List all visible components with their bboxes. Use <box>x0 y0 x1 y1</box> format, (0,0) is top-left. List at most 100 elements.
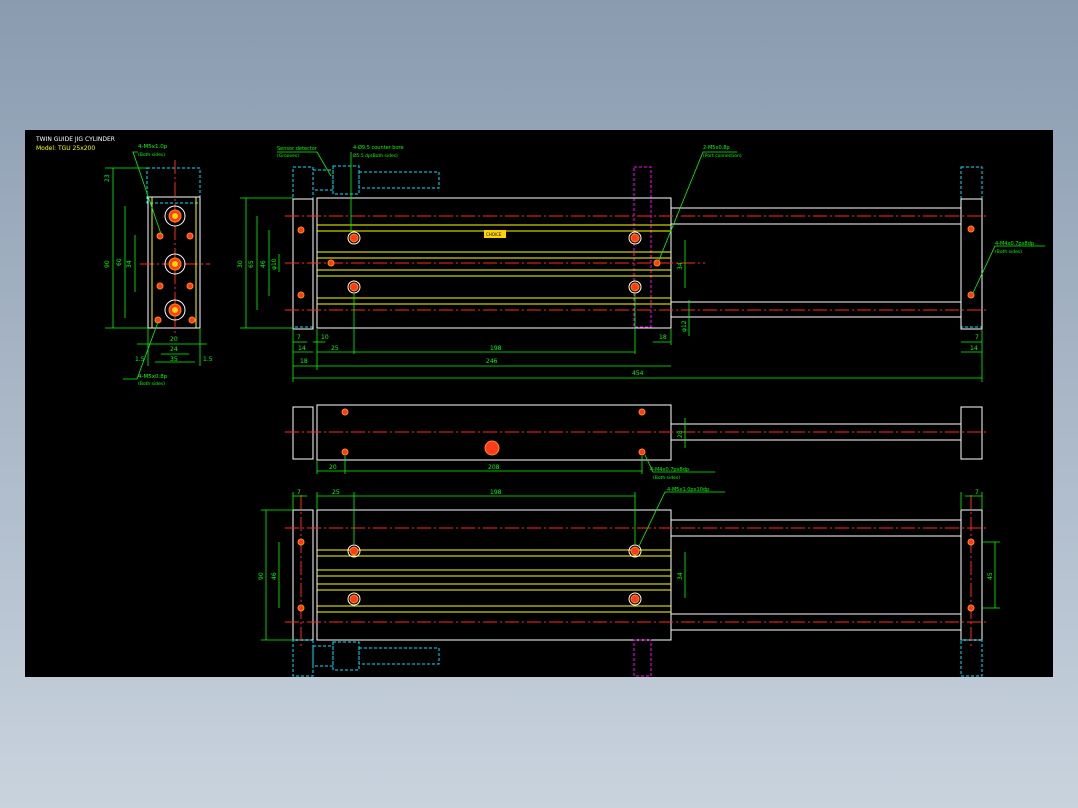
top-view: CHOICE 30 65 46 φ10 7 14 10 25 198 18 34… <box>237 144 1045 382</box>
counterbore-hole-inner <box>349 233 359 243</box>
drawing-model: Model: TGU 25x200 <box>36 145 95 152</box>
dim-text: 14 <box>970 345 978 352</box>
tapped-hole-inner <box>630 546 640 556</box>
dim-text: 14 <box>298 345 306 352</box>
dim-text: 198 <box>490 345 502 352</box>
top-view-note-port: 2-M5x0.8p <box>703 145 730 151</box>
endplate-hole <box>297 291 305 299</box>
end-view-piston-hole-core <box>172 261 178 267</box>
top-view-note-counterbore-sub: Ø5.5 dp(Both sides) <box>353 152 398 159</box>
top-view-note-sensor-sub: (Grooves) <box>277 153 299 159</box>
end-view-tap-hole <box>186 232 194 240</box>
dim-text: 65 <box>248 260 255 268</box>
tapped-hole-inner <box>349 594 359 604</box>
dim-text: 34 <box>677 262 684 270</box>
side-view-note: 4-M4x0.7px8dp <box>650 467 689 473</box>
dim-text: 7 <box>297 334 301 341</box>
dim-text: 90 <box>104 260 111 268</box>
counterbore-hole-inner <box>349 282 359 292</box>
end-view-tap-hole <box>186 282 194 290</box>
top-view-note-sensor: Sensor detector <box>277 146 318 152</box>
sensor-fitting-nut <box>332 641 360 671</box>
top-view-note-right: 4-M4x0.7px8dp <box>995 241 1034 247</box>
side-view: 20 208 28 4-M4x0.7px8dp (Both sides) <box>285 404 989 481</box>
top-view-note-right-sub: (Both sides) <box>995 249 1022 255</box>
dim-text: 18 <box>659 334 667 341</box>
tapped-hole-inner <box>630 594 640 604</box>
dim-text: 1.5 <box>203 356 213 363</box>
dim-text: 35 <box>170 356 178 363</box>
sensor-fitting <box>312 645 334 667</box>
dim-text: φ12 <box>681 320 688 332</box>
bottom-view-hidden-endplate <box>292 639 314 677</box>
sensor-fitting-nut <box>332 165 360 195</box>
leader-line <box>638 491 725 547</box>
dim-text: 30 <box>237 260 244 268</box>
port-hole <box>327 259 335 267</box>
end-view-note-bottom-sub: (Both sides) <box>138 381 165 387</box>
endplate-hole <box>297 226 305 234</box>
dim-text: 46 <box>271 572 278 580</box>
dim-text: 45 <box>987 572 994 580</box>
side-view-hole <box>638 408 646 416</box>
bottom-view-mount-hidden <box>633 639 652 677</box>
dim-text: 25 <box>332 489 340 496</box>
sensor-cable <box>358 647 440 665</box>
end-view-rod-hole-core <box>172 213 178 219</box>
top-view-mount-hidden <box>633 166 652 328</box>
side-view-note-sub: (Both sides) <box>653 475 680 481</box>
dim-text: 7 <box>975 489 979 496</box>
bottom-view-left-plate <box>292 509 314 641</box>
end-view-hidden-top <box>146 167 201 204</box>
endplate-hole <box>297 538 305 546</box>
label-tag-text: CHOICE <box>486 232 502 237</box>
side-view-hole <box>341 408 349 416</box>
cad-drawing: TWIN GUIDE JIG CYLINDER Model: TGU 25x20… <box>35 136 1045 677</box>
dim-text: 208 <box>488 464 500 471</box>
port-hole <box>653 259 661 267</box>
end-view-note-top: 4-M5x1.0p <box>138 144 168 150</box>
end-view-tap-hole <box>188 316 196 324</box>
bottom-view-note: 4-M5x1.0px10dp <box>667 487 709 493</box>
dim-text: 60 <box>116 258 123 266</box>
top-view-note-counterbore: 4-Ø9.5 counter bore <box>353 144 404 151</box>
leader-line <box>132 151 162 235</box>
drawing-sheet: TWIN GUIDE JIG CYLINDER Model: TGU 25x20… <box>25 130 1053 677</box>
right-plate-hole <box>967 538 975 546</box>
side-view-hole <box>638 448 646 456</box>
end-view-note-top-sub: (Both sides) <box>138 152 165 158</box>
end-view-tap-hole <box>156 232 164 240</box>
counterbore-hole-inner <box>630 233 640 243</box>
side-view-left-plate <box>292 406 314 460</box>
top-view-hidden-endplate <box>292 166 314 328</box>
endplate-hole <box>297 604 305 612</box>
side-view-right-plate <box>960 406 983 460</box>
side-view-port <box>484 440 500 456</box>
side-view-hole <box>341 448 349 456</box>
leader-line <box>123 321 159 380</box>
end-view-rod-hole-bottom-core <box>172 307 178 313</box>
bottom-view-body <box>316 509 672 641</box>
dim-text: 34 <box>126 260 133 268</box>
tapped-hole-inner <box>349 546 359 556</box>
dim-text: 7 <box>975 334 979 341</box>
dim-text: 46 <box>260 260 267 268</box>
end-view-note-bottom: 4-M5x0.8p <box>138 374 168 380</box>
dim-text: 18 <box>300 358 308 365</box>
drawing-title: TWIN GUIDE JIG CYLINDER <box>35 136 115 143</box>
end-view-tap-hole <box>156 282 164 290</box>
end-view: 23 90 60 34 20 24 35 1.5 1.5 4-M5x1.0p (… <box>104 144 213 387</box>
dim-text: 454 <box>632 370 644 377</box>
dim-text: 7 <box>297 489 301 496</box>
dim-text: 25 <box>331 345 339 352</box>
counterbore-hole-inner <box>630 282 640 292</box>
sensor-fitting <box>312 169 334 191</box>
right-plate-hole <box>967 604 975 612</box>
dim-text: 34 <box>677 572 684 580</box>
dim-text: 198 <box>490 489 502 496</box>
dim-text: 20 <box>170 336 178 343</box>
dim-text: 10 <box>321 334 329 341</box>
dim-text: 23 <box>104 174 111 182</box>
dim-text: φ10 <box>271 258 278 270</box>
dim-text: 24 <box>170 346 178 353</box>
